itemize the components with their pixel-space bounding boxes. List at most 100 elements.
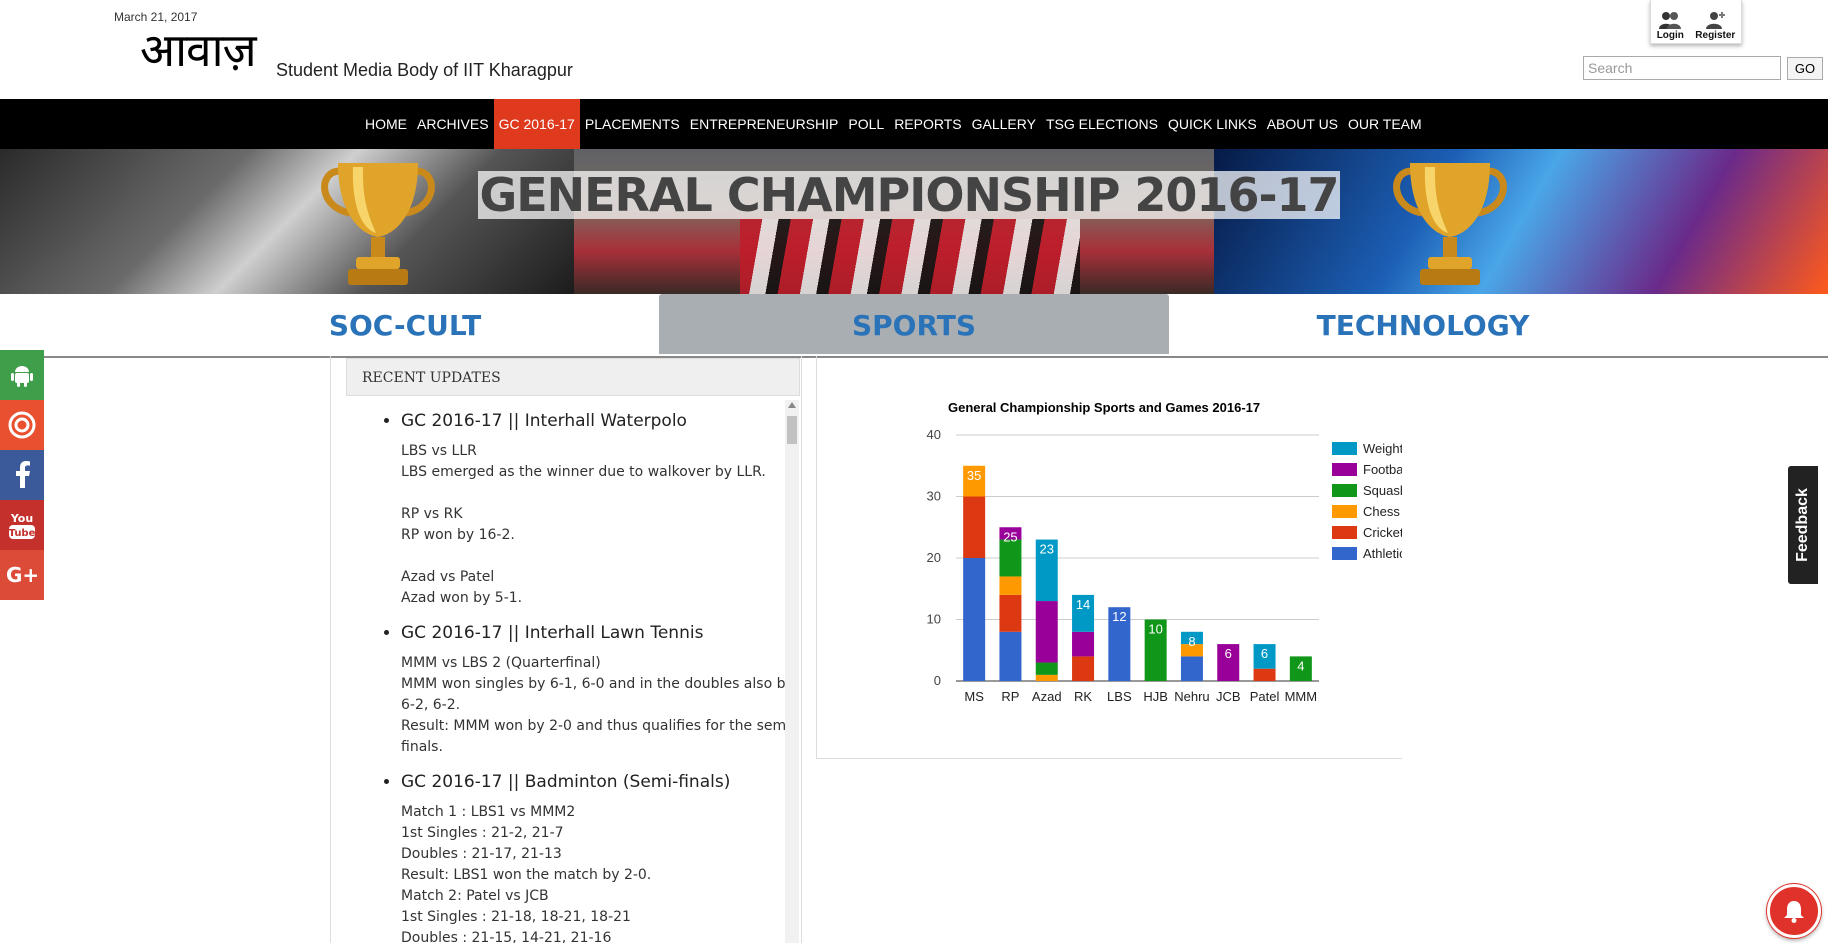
add-user-icon xyxy=(1706,12,1726,29)
login-button[interactable]: Login xyxy=(1657,10,1684,41)
nav-item-entrepreneurship[interactable]: ENTREPRENEURSHIP xyxy=(685,99,844,149)
update-text-line: LBS emerged as the winner due to walkove… xyxy=(401,464,766,480)
legend-label: Weightlifting xyxy=(1363,441,1402,456)
nav-item-poll[interactable]: POLL xyxy=(843,99,889,149)
bar-segment-football xyxy=(1072,631,1095,657)
bar-segment-cricket xyxy=(999,594,1022,632)
bar-total-label: 8 xyxy=(1188,634,1195,649)
banner-jersey-decoration xyxy=(740,219,1080,294)
search-go-button[interactable]: GO xyxy=(1787,57,1823,80)
feedback-label: Feedback xyxy=(1794,488,1811,562)
site-tagline: Student Media Body of IIT Kharagpur xyxy=(276,60,573,80)
notification-bell-button[interactable] xyxy=(1767,884,1821,938)
update-text-line: Doubles : 21-15, 14-21, 21-16 xyxy=(401,930,612,943)
bar-segment-squash xyxy=(1035,662,1058,675)
google-plus-icon: G+ xyxy=(6,564,38,586)
youtube-link[interactable]: You Tube xyxy=(0,500,44,550)
y-tick-label: 20 xyxy=(927,550,941,565)
svg-text:Tube: Tube xyxy=(9,528,36,539)
recent-updates-heading: RECENT UPDATES xyxy=(346,358,800,396)
chart-panel: General Championship Sports and Games 20… xyxy=(816,356,1434,759)
nav-item-home[interactable]: HOME xyxy=(360,99,412,149)
bar-segment-cricket xyxy=(1072,656,1095,681)
legend-swatch xyxy=(1332,526,1357,539)
legend-label: Football xyxy=(1363,462,1402,477)
trophy-icon xyxy=(321,163,435,285)
target-link[interactable] xyxy=(0,400,44,450)
update-text-line: Azad won by 5-1. xyxy=(401,590,523,606)
gc-sports-chart: General Championship Sports and Games 20… xyxy=(927,400,1434,704)
nav-item-placements[interactable]: PLACEMENTS xyxy=(580,99,685,149)
search-input[interactable] xyxy=(1583,56,1781,80)
facebook-icon xyxy=(16,461,30,488)
nav-list: HOME ARCHIVES GC 2016-17 PLACEMENTS ENTREPRE… xyxy=(360,99,1427,149)
bar-segment-cricket xyxy=(963,496,986,558)
x-tick-label: JCB xyxy=(1216,689,1241,704)
x-tick-label: LBS xyxy=(1107,689,1132,704)
updates-scrollbar[interactable] xyxy=(785,400,799,943)
update-title-link[interactable]: GC 2016-17 || Interhall Waterpolo xyxy=(401,411,800,431)
login-label: Login xyxy=(1656,30,1684,41)
svg-text:G+: G+ xyxy=(6,564,38,586)
updates-scroll-area[interactable]: GC 2016-17 || Interhall Waterpolo LBS vs … xyxy=(346,397,800,943)
tab-sports[interactable]: SPORTS xyxy=(659,294,1169,354)
x-tick-label: Azad xyxy=(1032,689,1062,704)
x-tick-label: Nehru xyxy=(1174,689,1209,704)
svg-text:You: You xyxy=(10,512,33,525)
nav-item-about-us[interactable]: ABOUT US xyxy=(1262,99,1343,149)
recent-updates-panel: RECENT UPDATES GC 2016-17 || Interhall W… xyxy=(330,356,802,943)
tab-technology[interactable]: TECHNOLOGY xyxy=(1168,294,1678,354)
bar-total-label: 23 xyxy=(1040,542,1054,557)
android-icon xyxy=(11,366,33,387)
update-text-line: finals. xyxy=(401,739,443,755)
main-navbar: HOME ARCHIVES GC 2016-17 PLACEMENTS ENTREPRE… xyxy=(0,99,1828,149)
register-button[interactable]: Register xyxy=(1695,10,1735,41)
legend-swatch xyxy=(1332,484,1357,497)
bar-total-label: 6 xyxy=(1225,646,1232,661)
bar-segment-athletics xyxy=(963,558,986,681)
update-text-line: RP won by 16-2. xyxy=(401,527,515,543)
nav-item-quick-links[interactable]: QUICK LINKS xyxy=(1163,99,1262,149)
bar-total-label: 14 xyxy=(1076,597,1090,612)
nav-item-gallery[interactable]: GALLERY xyxy=(967,99,1041,149)
current-date: March 21, 2017 xyxy=(114,10,198,24)
feedback-tab[interactable]: Feedback xyxy=(1788,466,1818,584)
bar-segment-athletics xyxy=(1180,656,1203,681)
trophy-icon xyxy=(1393,163,1507,285)
scroll-up-arrow-icon[interactable] xyxy=(788,402,796,408)
update-text-line: Result: LBS1 won the match by 2-0. xyxy=(401,867,652,883)
android-app-link[interactable] xyxy=(0,350,44,400)
scrollbar-thumb[interactable] xyxy=(787,416,797,444)
bar-total-label: 35 xyxy=(967,468,981,483)
update-title-link[interactable]: GC 2016-17 || Interhall Lawn Tennis xyxy=(401,623,800,643)
bar-segment-athletics xyxy=(999,631,1022,681)
banner: GENERAL CHAMPIONSHIP 2016-17 xyxy=(0,149,1828,294)
register-label: Register xyxy=(1695,30,1736,41)
banner-title: GENERAL CHAMPIONSHIP 2016-17 xyxy=(479,168,1339,222)
bar-segment-cricket xyxy=(1253,668,1276,681)
update-text-line: 1st Singles : 21-18, 18-21, 18-21 xyxy=(401,909,631,925)
legend-swatch xyxy=(1332,547,1357,560)
google-plus-link[interactable]: G+ xyxy=(0,550,44,600)
y-tick-label: 40 xyxy=(927,427,941,442)
nav-item-gc-2016-17[interactable]: GC 2016-17 xyxy=(493,99,580,149)
update-text-line: Doubles : 21-17, 21-13 xyxy=(401,846,562,862)
nav-item-our-team[interactable]: OUR TEAM xyxy=(1343,99,1427,149)
bar-total-label: 12 xyxy=(1112,609,1126,624)
legend-label: Chess xyxy=(1363,504,1400,519)
account-box: Login Register xyxy=(1650,0,1742,44)
legend-label: Cricket xyxy=(1363,525,1402,540)
x-tick-label: RK xyxy=(1074,689,1092,704)
update-text-line: Azad vs Patel xyxy=(401,569,495,585)
update-text-line xyxy=(401,546,800,567)
nav-item-reports[interactable]: REPORTS xyxy=(889,99,966,149)
nav-item-archives[interactable]: ARCHIVES xyxy=(412,99,494,149)
update-title-link[interactable]: GC 2016-17 || Badminton (Semi-finals) xyxy=(401,772,800,792)
nav-item-tsg-elections[interactable]: TSG ELECTIONS xyxy=(1041,99,1163,149)
facebook-link[interactable] xyxy=(0,450,44,500)
tab-soc-cult[interactable]: SOC-CULT xyxy=(150,294,660,354)
site-logo[interactable]: आवाज़ xyxy=(140,26,257,74)
bar-total-label: 6 xyxy=(1261,646,1268,661)
update-item: GC 2016-17 || Interhall Lawn Tennis MMM v… xyxy=(401,623,800,758)
legend-label: Squash xyxy=(1363,483,1402,498)
